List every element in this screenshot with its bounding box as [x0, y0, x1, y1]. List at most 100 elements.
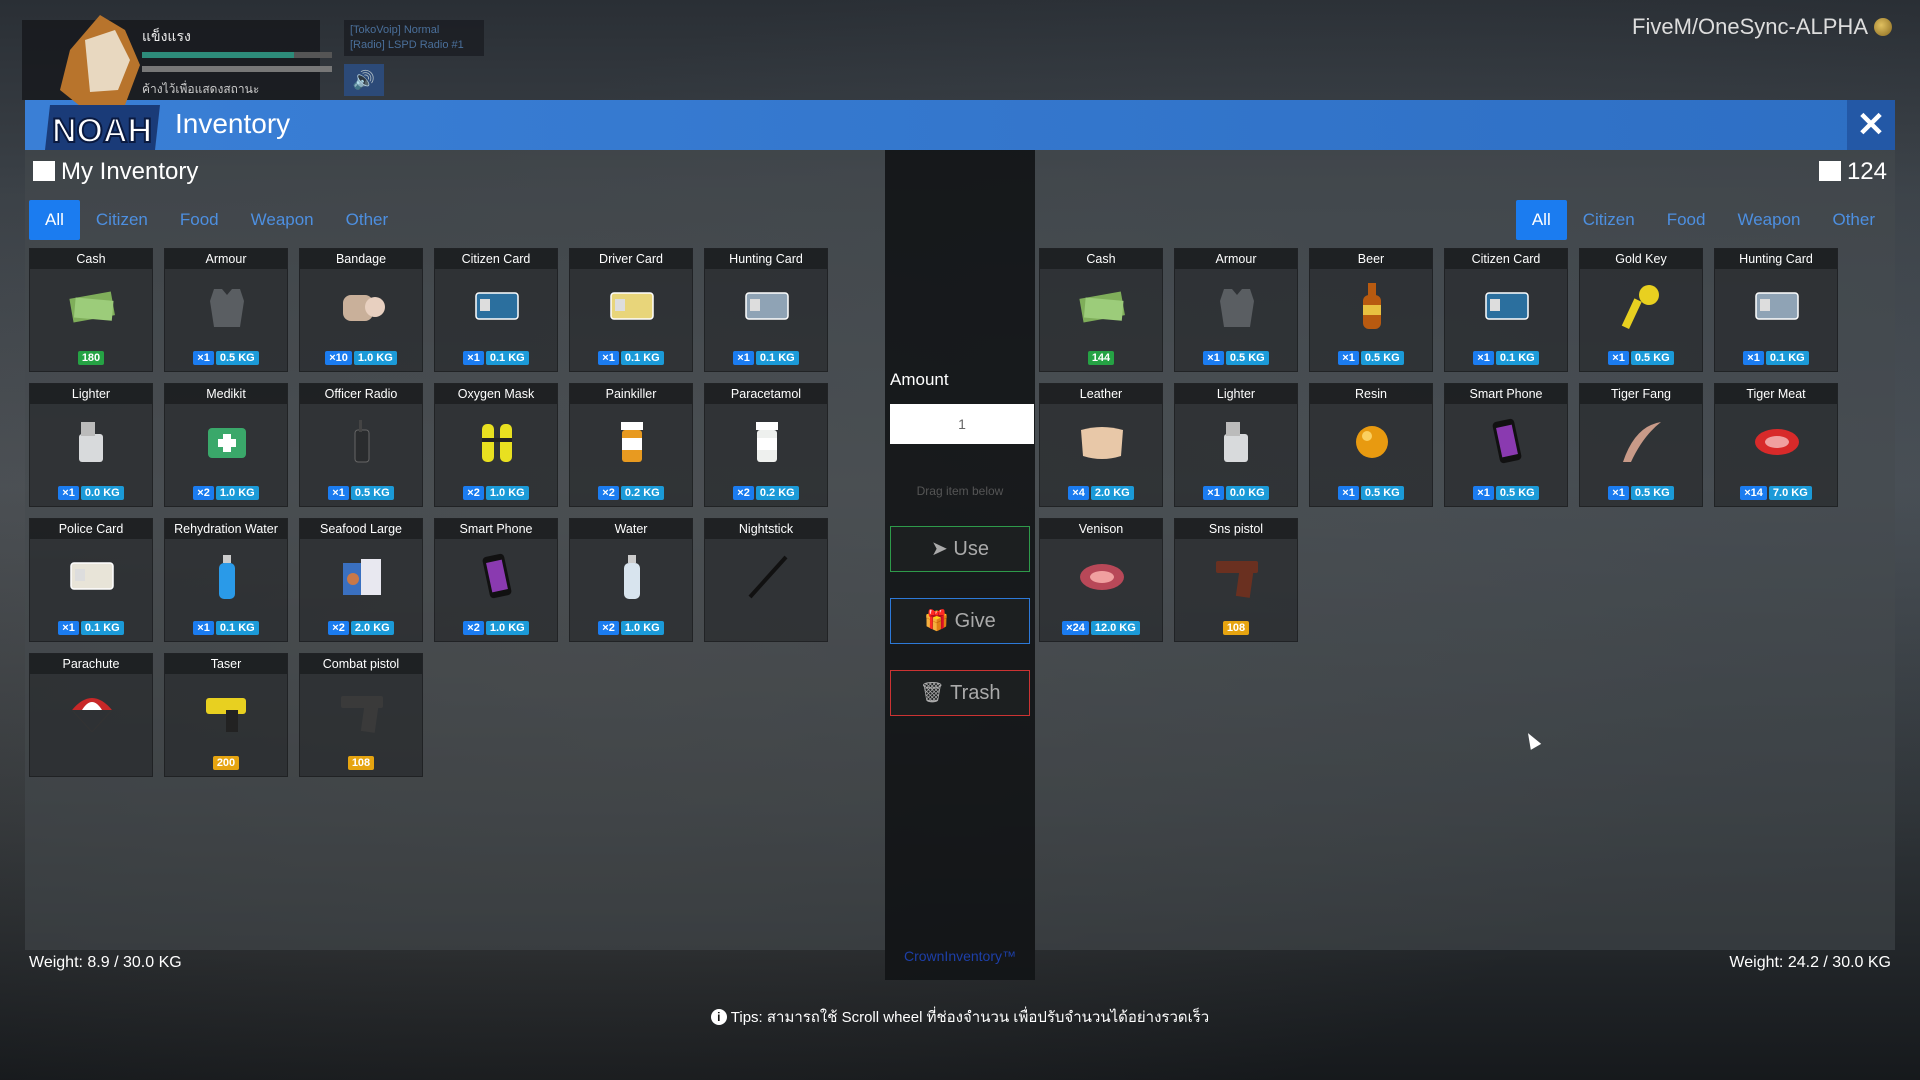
inventory-item[interactable]: Leather ×4 2.0 KG [1039, 383, 1163, 507]
item-name: Tiger Meat [1715, 384, 1837, 404]
inventory-item[interactable]: Sns pistol 108 [1174, 518, 1298, 642]
right-tab-citizen[interactable]: Citizen [1567, 200, 1651, 240]
box-icon [33, 161, 55, 181]
inventory-item[interactable]: Seafood Large ×2 2.0 KG [299, 518, 423, 642]
inventory-item[interactable]: Armour ×1 0.5 KG [1174, 248, 1298, 372]
item-name: Citizen Card [1445, 249, 1567, 269]
item-badges: ×1 0.5 KG [165, 351, 287, 365]
speaker-icon: 🔊 [344, 64, 384, 96]
brand-label: CrownInventory™ [903, 948, 1017, 964]
left-tab-weapon[interactable]: Weapon [235, 200, 330, 240]
item-name: Combat pistol [300, 654, 422, 674]
item-badges: ×1 0.5 KG [1445, 486, 1567, 500]
item-badges: ×24 12.0 KG [1040, 621, 1162, 635]
meat-icon [1077, 551, 1127, 601]
item-badges: ×1 0.5 KG [1175, 351, 1297, 365]
weight-badge: 0.5 KG [1225, 351, 1269, 365]
cash-amount-badge: 144 [1087, 351, 1115, 365]
pistol-icon [1212, 551, 1262, 601]
inventory-item[interactable]: Cash 180 [29, 248, 153, 372]
inventory-item[interactable]: Smart Phone ×1 0.5 KG [1444, 383, 1568, 507]
item-badges: ×2 1.0 KG [165, 486, 287, 500]
inventory-item[interactable]: Smart Phone ×2 1.0 KG [434, 518, 558, 642]
inventory-item[interactable]: Driver Card ×1 0.1 KG [569, 248, 693, 372]
item-name: Officer Radio [300, 384, 422, 404]
left-tab-food[interactable]: Food [164, 200, 235, 240]
inventory-item[interactable]: Tiger Meat ×14 7.0 KG [1714, 383, 1838, 507]
item-name: Citizen Card [435, 249, 557, 269]
key-icon [1617, 281, 1667, 331]
pistol-icon [337, 686, 387, 736]
inventory-item[interactable]: Rehydration Water ×1 0.1 KG [164, 518, 288, 642]
inventory-item[interactable]: Citizen Card ×1 0.1 KG [434, 248, 558, 372]
weight-badge: 0.5 KG [1360, 486, 1404, 500]
right-tab-other[interactable]: Other [1816, 200, 1891, 240]
inventory-item[interactable]: Citizen Card ×1 0.1 KG [1444, 248, 1568, 372]
quantity-badge: ×1 [733, 351, 754, 365]
inventory-item[interactable]: Painkiller ×2 0.2 KG [569, 383, 693, 507]
use-button[interactable]: ➤ Use [890, 526, 1030, 572]
inventory-item[interactable]: Water ×2 1.0 KG [569, 518, 693, 642]
card-icon [607, 281, 657, 331]
other-inventory-panel: 124 All Citizen Food Weapon Other Cash 144 Arm… [1035, 150, 1895, 971]
inventory-item[interactable]: Cash 144 [1039, 248, 1163, 372]
bandage-icon [337, 281, 387, 331]
inventory-item[interactable]: Taser 200 [164, 653, 288, 777]
quantity-badge: ×1 [1473, 486, 1494, 500]
pill-bottle-icon [742, 416, 792, 466]
right-item-grid: Cash 144 Armour ×1 0.5 KG Beer ×1 0.5 KG Citizen… [1039, 248, 1838, 642]
inventory-item[interactable]: Nightstick [704, 518, 828, 642]
inventory-item[interactable]: Combat pistol 108 [299, 653, 423, 777]
weight-badge: 1.0 KG [485, 621, 529, 635]
close-button[interactable]: ✕ [1847, 100, 1895, 150]
inventory-item[interactable]: Venison ×24 12.0 KG [1039, 518, 1163, 642]
weight-badge: 0.1 KG [485, 351, 529, 365]
right-tab-weapon[interactable]: Weapon [1721, 200, 1816, 240]
inventory-item[interactable]: Lighter ×1 0.0 KG [1174, 383, 1298, 507]
inventory-item[interactable]: Medikit ×2 1.0 KG [164, 383, 288, 507]
quantity-badge: ×1 [598, 351, 619, 365]
item-name: Cash [1040, 249, 1162, 269]
inventory-item[interactable]: Armour ×1 0.5 KG [164, 248, 288, 372]
item-badges: ×1 0.1 KG [705, 351, 827, 365]
weight-badge: 0.5 KG [350, 486, 394, 500]
ammo-badge: 108 [347, 756, 375, 770]
weight-badge: 0.5 KG [1495, 486, 1539, 500]
left-tab-all[interactable]: All [29, 200, 80, 240]
inventory-item[interactable]: Tiger Fang ×1 0.5 KG [1579, 383, 1703, 507]
item-name: Cash [30, 249, 152, 269]
logo-text: NOAH [52, 112, 152, 150]
left-tab-other[interactable]: Other [330, 200, 405, 240]
inventory-item[interactable]: Bandage ×10 1.0 KG [299, 248, 423, 372]
inventory-item[interactable]: Oxygen Mask ×2 1.0 KG [434, 383, 558, 507]
quantity-badge: ×2 [598, 621, 619, 635]
right-tab-food[interactable]: Food [1651, 200, 1722, 240]
give-button[interactable]: 🎁 Give [890, 598, 1030, 644]
inventory-item[interactable]: Officer Radio ×1 0.5 KG [299, 383, 423, 507]
trash-button[interactable]: 🗑 Trash [890, 670, 1030, 716]
inventory-item[interactable]: Parachute [29, 653, 153, 777]
left-item-grid: Cash 180 Armour ×1 0.5 KG Bandage ×10 1.0 KG Cit… [29, 248, 828, 777]
use-label: Use [953, 538, 989, 560]
inventory-item[interactable]: Paracetamol ×2 0.2 KG [704, 383, 828, 507]
inventory-item[interactable]: Gold Key ×1 0.5 KG [1579, 248, 1703, 372]
inventory-item[interactable]: Hunting Card ×1 0.1 KG [1714, 248, 1838, 372]
item-name: Beer [1310, 249, 1432, 269]
item-badges: ×1 0.5 KG [1310, 486, 1432, 500]
amount-input[interactable] [890, 404, 1034, 444]
item-name: Nightstick [705, 519, 827, 539]
weight-badge: 0.2 KG [620, 486, 664, 500]
quantity-badge: ×1 [1608, 351, 1629, 365]
inventory-item[interactable]: Resin ×1 0.5 KG [1309, 383, 1433, 507]
inventory-item[interactable]: Police Card ×1 0.1 KG [29, 518, 153, 642]
left-tab-citizen[interactable]: Citizen [80, 200, 164, 240]
inventory-item[interactable]: Beer ×1 0.5 KG [1309, 248, 1433, 372]
inventory-item[interactable]: Lighter ×1 0.0 KG [29, 383, 153, 507]
inventory-item[interactable]: Hunting Card ×1 0.1 KG [704, 248, 828, 372]
item-badges: ×2 1.0 KG [435, 621, 557, 635]
right-tab-all[interactable]: All [1515, 200, 1567, 240]
weight-badge: 2.0 KG [1090, 486, 1134, 500]
item-badges: ×1 0.0 KG [30, 486, 152, 500]
bottle-icon [202, 551, 252, 601]
radio-icon [337, 416, 387, 466]
